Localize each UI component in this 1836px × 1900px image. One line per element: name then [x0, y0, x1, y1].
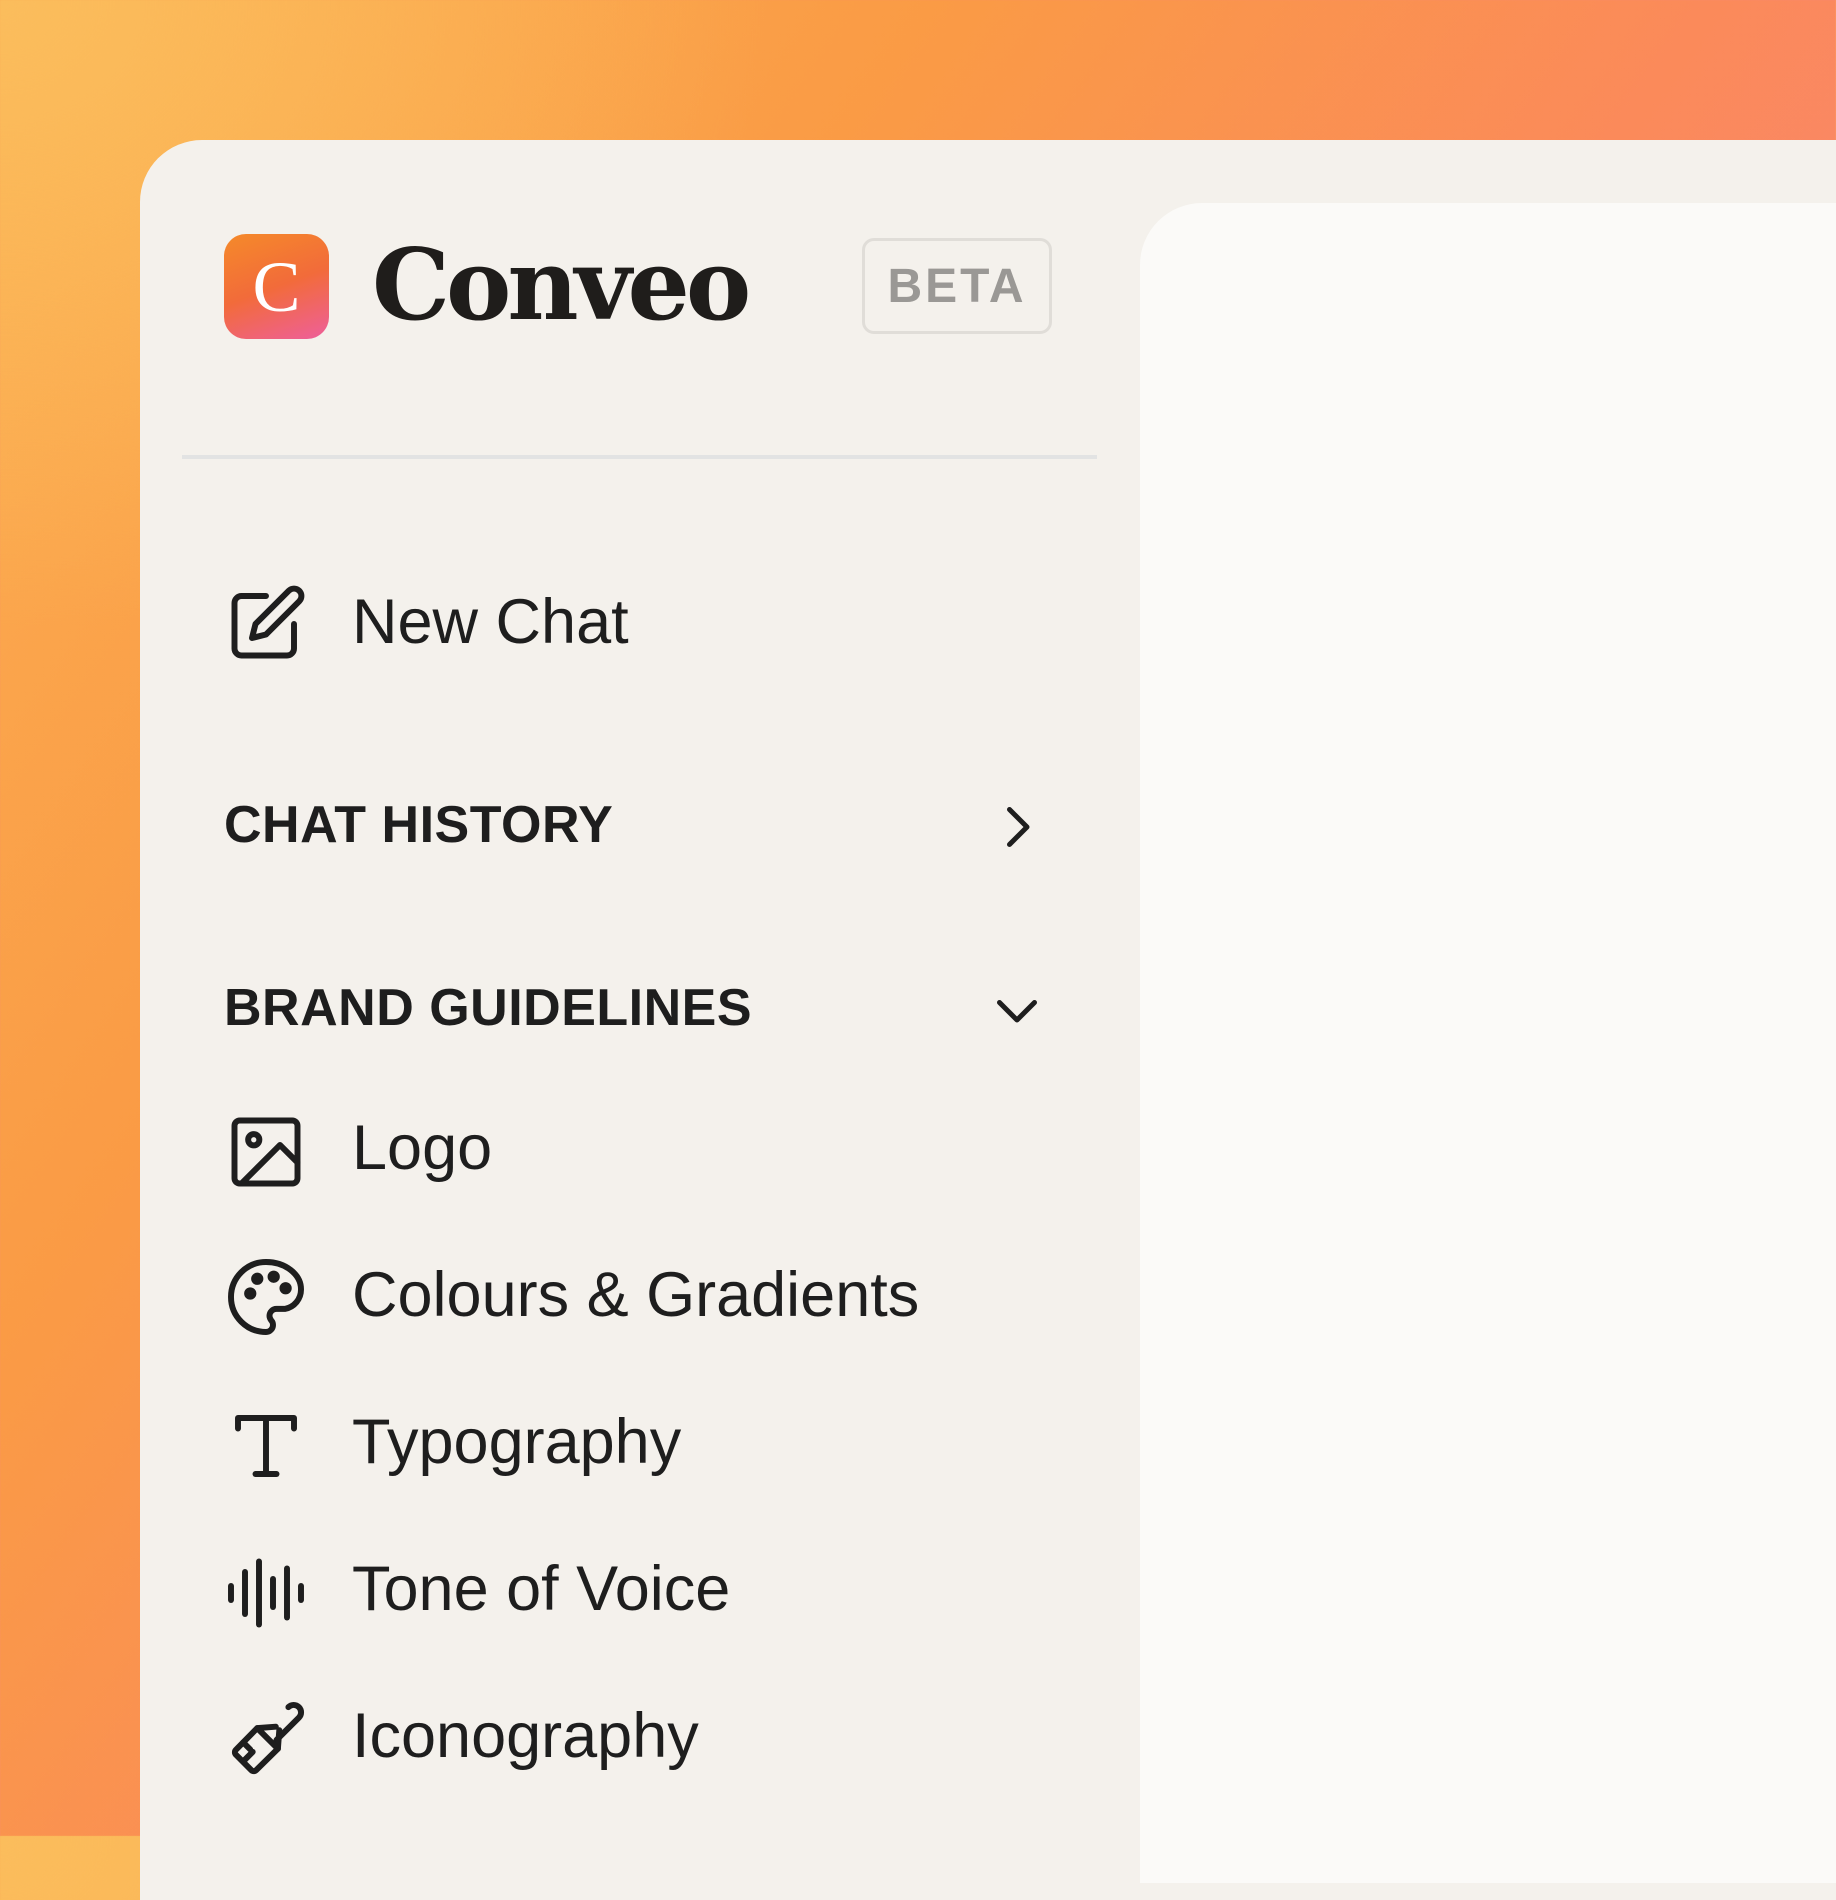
- brand-guidelines-title: BRAND GUIDELINES: [224, 979, 753, 1037]
- palette-icon: [224, 1255, 308, 1339]
- chat-history-title: CHAT HISTORY: [224, 796, 614, 854]
- audio-waveform-icon: [224, 1551, 308, 1635]
- sidebar-item-label: Colours & Gradients: [352, 1260, 920, 1330]
- sidebar-item-label: Typography: [352, 1407, 682, 1477]
- brand-name: Conveo: [372, 228, 751, 343]
- sidebar-item-iconography[interactable]: Iconography: [182, 1678, 1082, 1798]
- sidebar-item-colours-gradients[interactable]: Colours & Gradients: [182, 1237, 1082, 1357]
- beta-badge: BETA: [862, 238, 1052, 334]
- sidebar-item-label: Logo: [352, 1113, 493, 1183]
- chevron-right-icon: [987, 797, 1047, 857]
- sidebar-item-label: Iconography: [352, 1701, 699, 1771]
- sidebar-item-tone-of-voice[interactable]: Tone of Voice: [182, 1531, 1082, 1651]
- brand-logo-letter: C: [252, 246, 301, 327]
- new-chat-button[interactable]: New Chat: [182, 562, 1082, 682]
- chat-history-toggle[interactable]: CHAT HISTORY: [182, 765, 1082, 885]
- type-icon: [224, 1404, 308, 1488]
- brand-logo-mark: C: [224, 234, 329, 339]
- chevron-down-icon: [987, 980, 1047, 1040]
- sidebar-divider: [182, 455, 1097, 459]
- paintbrush-icon: [224, 1698, 308, 1782]
- edit-icon: [224, 582, 308, 666]
- brand-guidelines-toggle[interactable]: BRAND GUIDELINES: [182, 950, 1082, 1070]
- sidebar-item-typography[interactable]: Typography: [182, 1384, 1082, 1504]
- sidebar-item-logo[interactable]: Logo: [182, 1090, 1082, 1210]
- main-content-panel: [1140, 203, 1836, 1883]
- sidebar-item-label: Tone of Voice: [352, 1554, 731, 1624]
- new-chat-label: New Chat: [352, 587, 629, 657]
- image-icon: [224, 1110, 308, 1194]
